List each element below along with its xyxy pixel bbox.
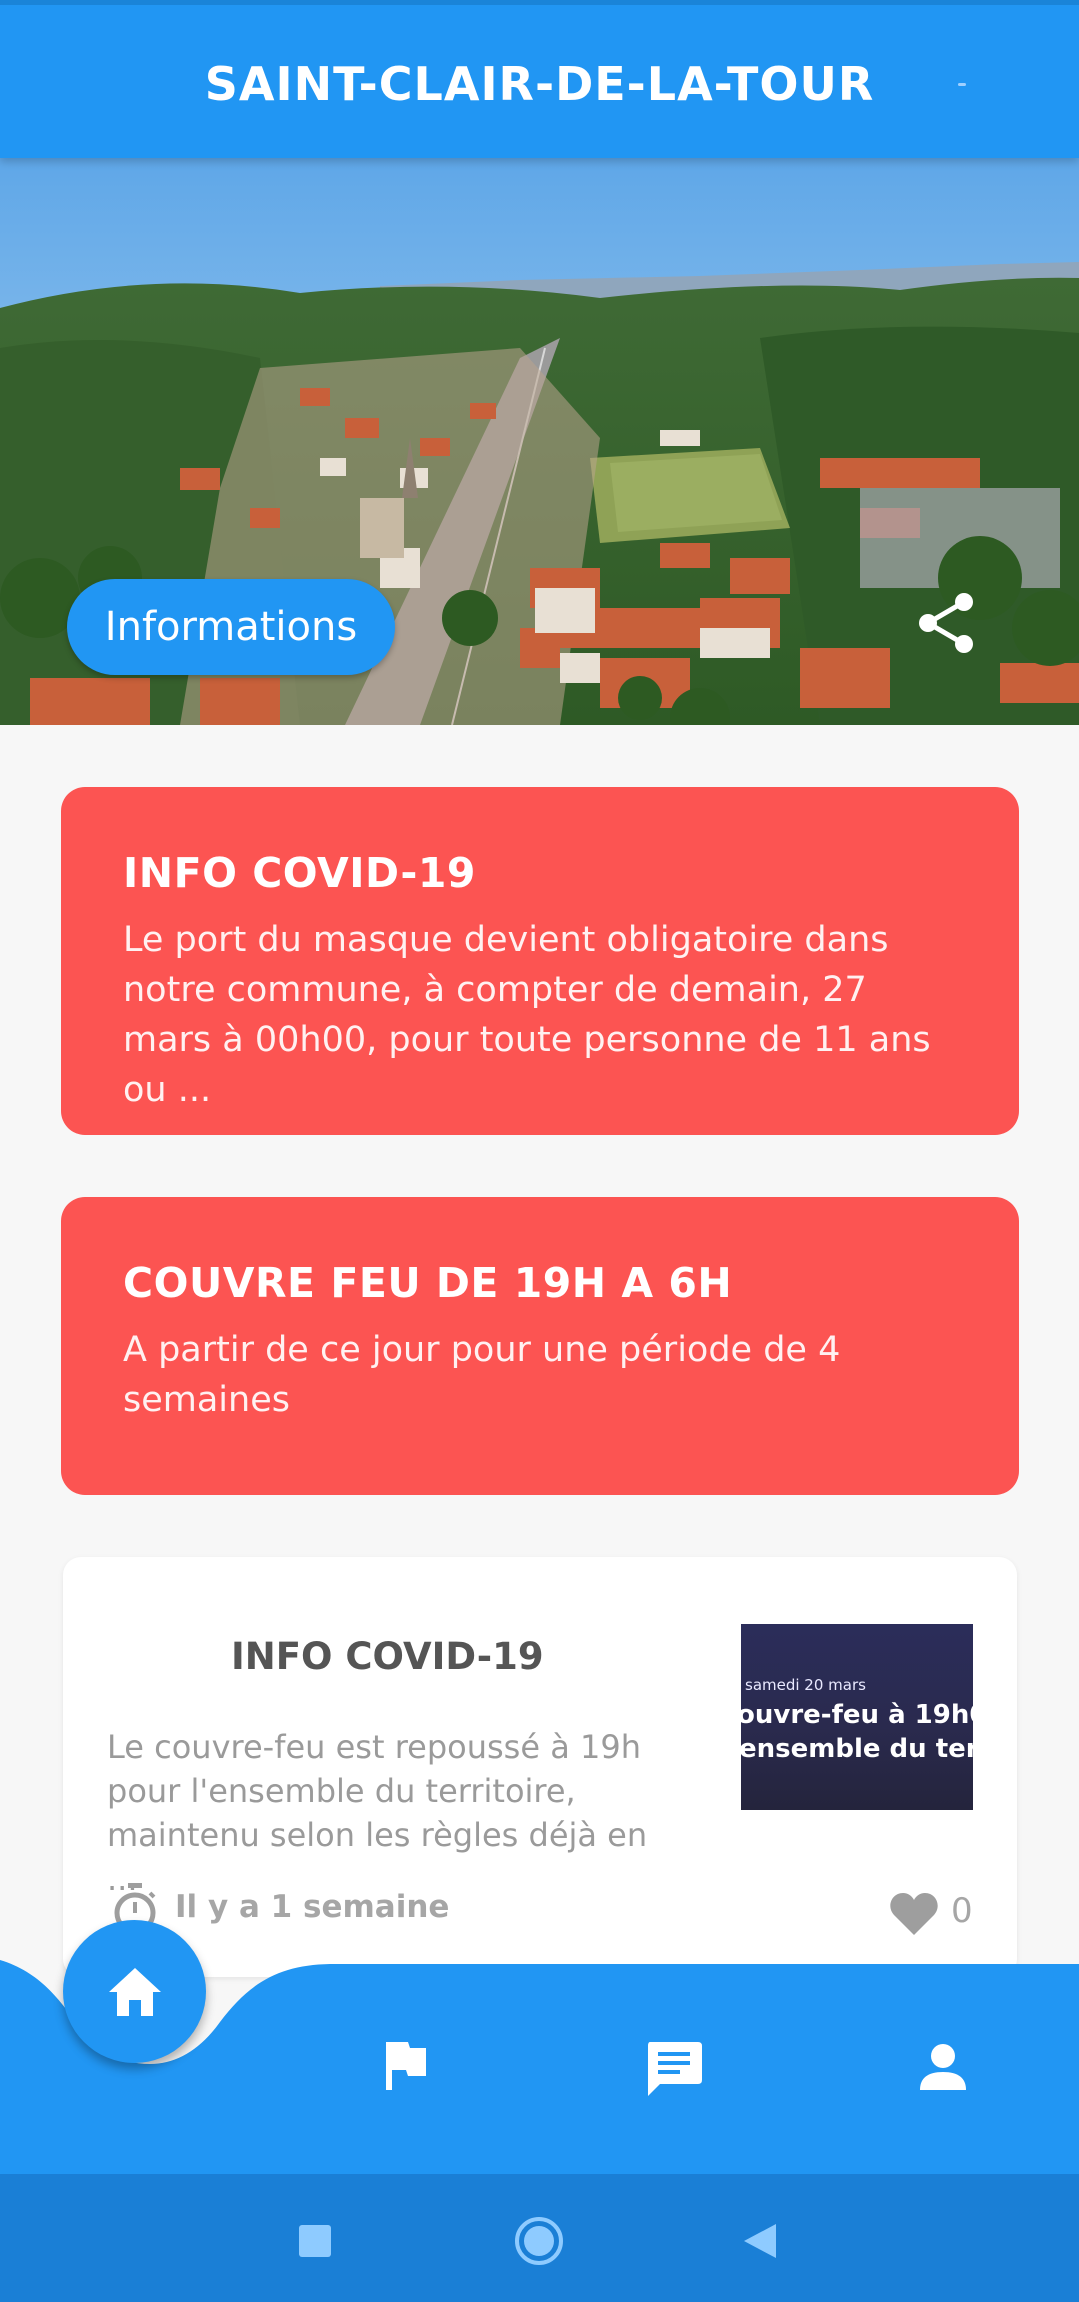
thumbnail-headline-line2: ensemble du territoi <box>741 1734 973 1764</box>
informations-button[interactable]: Informations <box>67 579 395 675</box>
news-thumbnail[interactable]: samedi 20 mars ouvre-feu à 19h00 su ense… <box>741 1624 973 1810</box>
alert-title: COUVRE FEU DE 19H A 6H <box>123 1259 733 1307</box>
app-screen: SAINT-CLAIR-DE-LA-TOUR Informations INFO… <box>0 0 1079 2302</box>
nav-home-button[interactable] <box>63 1920 206 2063</box>
app-header: SAINT-CLAIR-DE-LA-TOUR <box>0 0 1079 158</box>
thumbnail-headline-line1: ouvre-feu à 19h00 su <box>741 1700 973 1730</box>
hero-image: Informations <box>0 158 1079 725</box>
news-card[interactable]: INFO COVID-19 Le couvre-feu est repoussé… <box>63 1557 1017 1977</box>
thumbnail-date: samedi 20 mars <box>745 1676 866 1694</box>
alert-body: Le port du masque devient obligatoire da… <box>123 920 931 1110</box>
chat-icon[interactable] <box>644 2040 704 2098</box>
alert-card-curfew[interactable]: COUVRE FEU DE 19H A 6H A partir de ce jo… <box>61 1197 1019 1495</box>
flag-icon[interactable] <box>382 2040 430 2092</box>
recent-apps-icon[interactable] <box>298 2224 332 2258</box>
alert-title: INFO COVID-19 <box>123 849 476 897</box>
news-excerpt: Le couvre-feu est repoussé à 19h pour l'… <box>107 1728 648 1898</box>
alert-body: A partir de ce jour pour une période de … <box>123 1330 841 1420</box>
person-icon[interactable] <box>918 2042 968 2092</box>
system-navigation-bar <box>0 2174 1079 2302</box>
published-time: Il y a 1 semaine <box>175 1889 450 1925</box>
page-title: SAINT-CLAIR-DE-LA-TOUR <box>204 57 875 111</box>
header-indicator <box>958 83 966 86</box>
share-icon[interactable] <box>916 590 978 656</box>
like-count: 0 <box>951 1891 973 1931</box>
heart-icon[interactable] <box>889 1891 939 1937</box>
news-title: INFO COVID-19 <box>231 1635 544 1678</box>
home-system-icon[interactable] <box>514 2216 564 2266</box>
back-icon[interactable] <box>742 2222 778 2260</box>
alert-card-covid[interactable]: INFO COVID-19 Le port du masque devient … <box>61 787 1019 1135</box>
home-icon <box>108 1967 161 2016</box>
